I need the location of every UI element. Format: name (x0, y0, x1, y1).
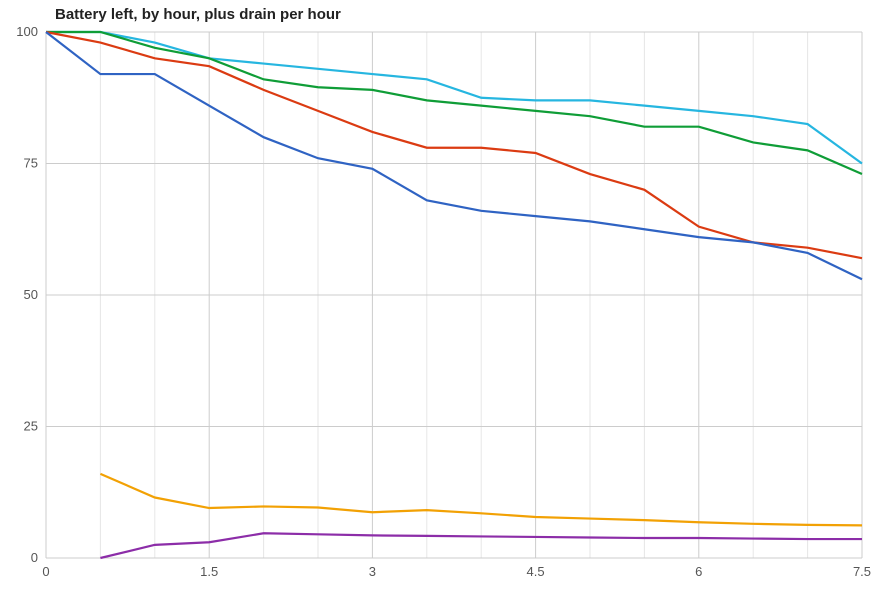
x-tick-label: 4.5 (527, 564, 545, 579)
x-tick-label: 3 (369, 564, 376, 579)
series-battery-green (46, 32, 862, 174)
x-tick-label: 0 (42, 564, 49, 579)
series-battery-red (46, 32, 862, 258)
y-tick-label: 100 (16, 24, 38, 39)
y-tick-label: 25 (24, 419, 38, 434)
line-chart: 0 1.5 3 4.5 6 7.5 0 25 50 75 100 (0, 0, 872, 601)
x-tick-label: 7.5 (853, 564, 871, 579)
x-tick-label: 6 (695, 564, 702, 579)
series-battery-cyan (46, 32, 862, 164)
y-tick-label: 50 (24, 287, 38, 302)
x-tick-label: 1.5 (200, 564, 218, 579)
y-tick-label: 0 (31, 550, 38, 565)
series-battery-blue (46, 32, 862, 279)
y-tick-label: 75 (24, 156, 38, 171)
chart-container: Battery left, by hour, plus drain per ho… (0, 0, 872, 601)
